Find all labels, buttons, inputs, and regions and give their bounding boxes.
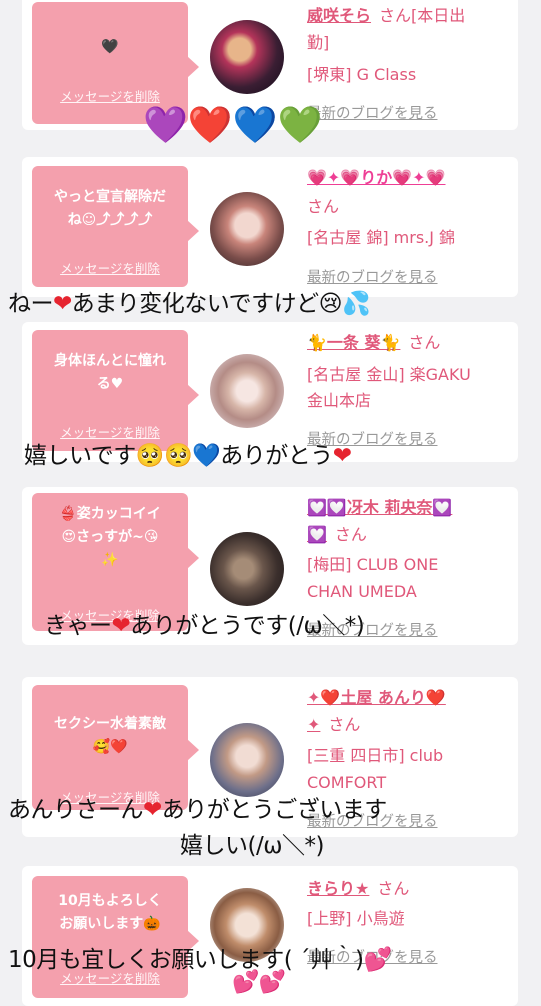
caption-text: あまり変化ないですけど: [71, 291, 319, 317]
shift-status-cont: 勤]: [307, 33, 330, 52]
message-line: やっと宣言解除だ: [54, 189, 166, 205]
shop-info: [名古屋 錦] mrs.J 錦: [307, 228, 456, 247]
caption-text: きゃー: [44, 613, 112, 639]
honorific: さん: [328, 715, 361, 734]
caption-text: ありがとうございます: [161, 797, 388, 823]
avatar[interactable]: [210, 354, 284, 428]
profile-name-link[interactable]: 🐈一条 葵🐈: [307, 333, 400, 352]
caption-text: ありがとう: [220, 443, 333, 469]
profile-name-link[interactable]: きらり★: [307, 879, 369, 898]
overlay-caption: 嬉しいです🥺🥺💙ありがとう❤: [24, 436, 352, 470]
caption-text: ありがとうです(/ω＼*): [130, 613, 365, 639]
message-text: やっと宣言解除だ ね☺⤴⤴⤴⤴: [38, 186, 182, 232]
caption-text: ねー: [8, 291, 54, 317]
shop-info-cont: 金山本店: [307, 391, 372, 410]
profile-name-line: 🐈一条 葵🐈 さん: [307, 330, 512, 356]
profile-name-line: 威咲そら さん[本日出: [307, 3, 512, 29]
message-text: 🖤: [101, 39, 119, 55]
profile-name-link[interactable]: 💗✦💗りか💗✦💗: [307, 168, 446, 187]
shop-info-cont: CHAN UMEDA: [307, 582, 417, 601]
message-line: お願いします🎃: [59, 916, 161, 932]
message-line: る♥: [96, 376, 124, 392]
blue-heart-icon: 💙: [192, 443, 221, 469]
honorific: さん: [307, 197, 340, 216]
two-hearts-icon: 💕💕: [232, 970, 286, 995]
delete-message-link[interactable]: メッセージを削除: [32, 86, 188, 105]
honorific: さん: [379, 6, 412, 25]
profile-name-link[interactable]: ✦❤️土屋 あんり❤️: [307, 688, 446, 707]
message-card: やっと宣言解除だ ね☺⤴⤴⤴⤴ メッセージを削除 💗✦💗りか💗✦💗 さん [名古…: [22, 157, 518, 297]
honorific: さん: [408, 333, 441, 352]
overlay-caption: 嬉しい(/ω＼*): [180, 833, 324, 859]
profile-name-cont: 💟 さん: [307, 522, 512, 548]
crying-face-icon: 😢: [318, 291, 343, 317]
message-line: 身体ほんとに憧れ: [54, 353, 166, 369]
sweat-drops-icon: 💦: [342, 291, 371, 317]
overlay-caption: きゃー❤ありがとうです(/ω＼*): [44, 606, 365, 640]
shop-info: [堺東] G Class: [307, 65, 417, 84]
profile-name-link[interactable]: ✦: [307, 715, 320, 734]
message-text: 10月もよろしく お願いします🎃: [38, 890, 182, 936]
message-line: 🥰❤️: [92, 739, 128, 755]
caption-text: あんりさーん: [8, 797, 144, 823]
profile-name-line: きらり★ さん: [307, 876, 512, 902]
heart-icon: ❤: [53, 291, 72, 317]
caption-text: 嬉しいです: [24, 443, 136, 469]
honorific: さん: [334, 525, 367, 544]
avatar[interactable]: [210, 192, 284, 266]
heart-icon: ❤: [143, 797, 162, 823]
message-text: 👙姿カッコイイ 😍さっすが~😘 ✨: [38, 503, 182, 572]
message-line: ✨: [101, 552, 119, 568]
profile-name-line: ✦❤️土屋 あんり❤️: [307, 685, 512, 711]
latest-blog-link[interactable]: 最新のブログを見る: [307, 102, 438, 123]
delete-message-link[interactable]: メッセージを削除: [32, 258, 188, 277]
message-bubble: 10月もよろしく お願いします🎃 メッセージを削除: [32, 876, 199, 998]
overlay-caption: 10月も宜しくお願いします( ´艸｀)💕: [8, 940, 392, 974]
overlay-caption: ねー❤あまり変化ないですけど😢💦: [8, 284, 371, 318]
message-text: 身体ほんとに憧れ る♥: [38, 350, 182, 396]
message-line: 👙姿カッコイイ: [59, 506, 161, 522]
shop-info: [三重 四日市] club: [307, 746, 444, 765]
shop-info: [名古屋 金山] 楽GAKU: [307, 365, 471, 384]
heart-icon: ❤: [111, 613, 131, 639]
message-line: ね☺⤴⤴⤴⤴: [67, 212, 153, 228]
avatar[interactable]: [210, 532, 284, 606]
caption-text: 10月も宜しくお願いします( ´艸｀): [8, 947, 364, 973]
profile-name-link[interactable]: 💟: [307, 525, 327, 544]
profile-name-link[interactable]: 威咲そら: [307, 6, 371, 25]
message-bubble: 身体ほんとに憧れ る♥ メッセージを削除: [32, 330, 199, 451]
profile-name-line: 💗✦💗りか💗✦💗: [307, 165, 512, 191]
avatar[interactable]: [210, 20, 284, 94]
hearts-row-overlay: 💜❤️💙💚: [143, 105, 323, 146]
honorific: さん: [377, 879, 410, 898]
message-line: セクシー水着素敵: [54, 716, 166, 732]
avatar[interactable]: [210, 723, 284, 797]
pleading-face-icon: 🥺🥺: [135, 443, 193, 469]
heart-icon: ❤: [332, 443, 352, 469]
shop-info: [上野] 小鳥遊: [307, 909, 405, 928]
message-text: セクシー水着素敵 🥰❤️: [38, 713, 182, 759]
shift-status: [本日出: [411, 6, 466, 25]
profile-name-cont: ✦ さん: [307, 712, 512, 738]
message-line: 10月もよろしく: [58, 893, 162, 909]
message-bubble: やっと宣言解除だ ね☺⤴⤴⤴⤴ メッセージを削除: [32, 166, 199, 287]
message-line: 😍さっすが~😘: [61, 529, 159, 545]
two-hearts-icon: 💕: [363, 947, 393, 973]
profile-name-line: 💟💟冴木 莉央奈💟: [307, 495, 512, 521]
shop-info: [梅田] CLUB ONE: [307, 555, 439, 574]
profile-name-link[interactable]: 💟💟冴木 莉央奈💟: [307, 498, 452, 517]
overlay-caption: あんりさーん❤ありがとうございます: [8, 790, 387, 824]
